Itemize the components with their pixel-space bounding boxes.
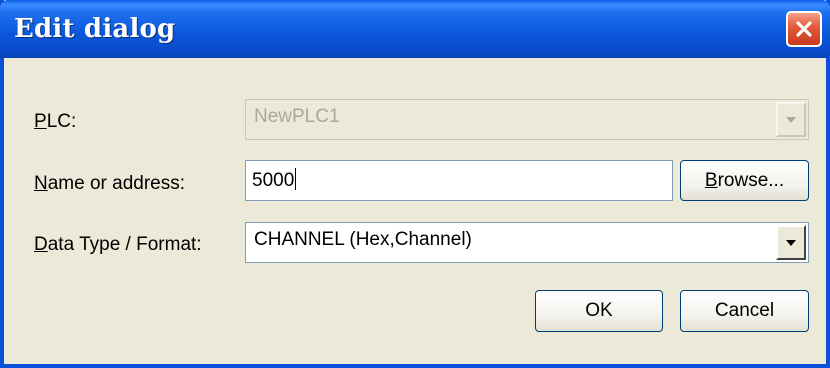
edit-dialog-window: Edit dialog PLC: NewPLC1 Name or address… — [0, 0, 830, 368]
text-caret — [295, 168, 297, 190]
dialog-title: Edit dialog — [14, 14, 176, 44]
data-type-format-dropdown[interactable]: CHANNEL (Hex,Channel) — [245, 222, 809, 263]
title-bar[interactable]: Edit dialog — [0, 0, 830, 58]
chevron-down-icon — [786, 116, 796, 123]
browse-button[interactable]: Browse... — [680, 160, 809, 201]
name-or-address-label: Name or address: — [34, 173, 186, 194]
data-type-dropdown-button[interactable] — [776, 225, 806, 260]
name-or-address-input[interactable]: 5000 — [245, 160, 673, 201]
data-type-format-value: CHANNEL (Hex,Channel) — [254, 229, 472, 250]
close-button[interactable] — [786, 11, 822, 47]
cancel-button[interactable]: Cancel — [680, 290, 809, 332]
plc-label: PLC: — [34, 111, 77, 132]
data-type-label: Data Type / Format: — [34, 234, 202, 255]
plc-dropdown[interactable]: NewPLC1 — [245, 99, 809, 140]
plc-value: NewPLC1 — [254, 106, 340, 127]
close-icon — [796, 21, 812, 37]
name-or-address-value: 5000 — [252, 170, 295, 191]
chevron-down-icon — [786, 239, 796, 246]
ok-button[interactable]: OK — [535, 290, 663, 332]
plc-dropdown-button[interactable] — [776, 102, 806, 137]
